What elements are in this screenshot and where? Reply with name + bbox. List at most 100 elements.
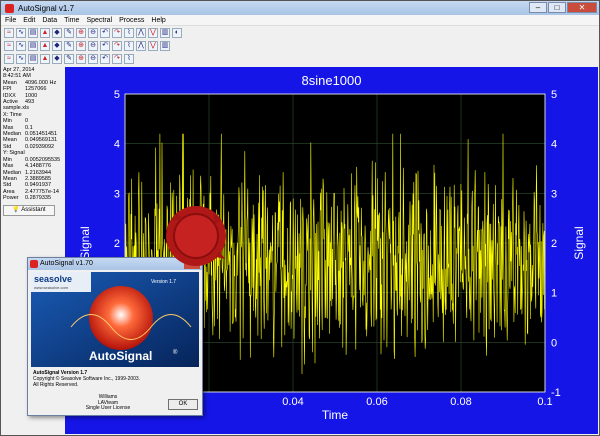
menu-time[interactable]: Time xyxy=(64,17,79,24)
splash-graphic: seasolve www.seasolve.com Version 1.7 Au… xyxy=(31,272,199,367)
filter-icon[interactable]: ⊕ xyxy=(76,27,86,38)
brand-url: www.seasolve.com xyxy=(34,285,69,290)
phase-icon[interactable]: ⊕ xyxy=(76,53,86,64)
app-icon xyxy=(5,3,14,13)
y-axis-label-right: Signal xyxy=(572,226,586,259)
dialog-app-icon xyxy=(30,260,38,268)
add-icon[interactable]: ⌇ xyxy=(124,27,134,38)
toolbar-row-2: ≈ ∿ ▤ ▲ ◆ ✎ ⊕ ⊖ ↶ ↷ ⌇ ⋀ ⋁ ▥ xyxy=(1,39,599,52)
save-icon[interactable]: ∿ xyxy=(16,27,26,38)
close-button[interactable]: ✕ xyxy=(567,2,597,13)
deriv-icon[interactable]: ▥ xyxy=(160,40,170,51)
lightbulb-icon: 💡 xyxy=(12,206,20,213)
stat-label: Power xyxy=(3,195,19,202)
wave-icon[interactable]: ∿ xyxy=(16,40,26,51)
cursor-icon[interactable]: ⋁ xyxy=(148,27,158,38)
y-tick-right: 2 xyxy=(551,238,557,250)
menu-edit[interactable]: Edit xyxy=(23,17,35,24)
y-tick-left: 3 xyxy=(114,188,120,200)
print-icon[interactable]: ▤ xyxy=(28,27,38,38)
about-dialog: AutoSignal v1.70 ✕ xyxy=(27,257,203,416)
mem-icon[interactable]: ▤ xyxy=(28,53,38,64)
window-icon[interactable]: ⋀ xyxy=(136,40,146,51)
assistant-button[interactable]: 💡 Assistant xyxy=(3,204,55,216)
fit-icon[interactable]: ⊕ xyxy=(76,40,86,51)
y-tick-left: 2 xyxy=(114,238,120,250)
spectrum-icon[interactable]: ◆ xyxy=(52,40,62,51)
settings-icon[interactable]: ▥ xyxy=(160,27,170,38)
license-info: Williams LAVteam Single User License xyxy=(78,394,138,412)
ar-icon[interactable]: ≈ xyxy=(4,53,14,64)
dialog-title: AutoSignal v1.70 xyxy=(40,260,93,267)
minimize-button[interactable]: – xyxy=(529,2,547,13)
y-tick-right: 5 xyxy=(551,89,557,101)
wax-seal-watermark xyxy=(166,206,226,266)
smooth-icon[interactable]: ✎ xyxy=(64,40,74,51)
undo-icon[interactable]: ↶ xyxy=(100,27,110,38)
peak-icon[interactable]: ≈ xyxy=(4,40,14,51)
remove-icon[interactable]: ⋀ xyxy=(136,27,146,38)
y-axis-label-left: Signal xyxy=(78,226,92,259)
stat-value: 0.2879335 xyxy=(25,195,51,202)
wavelet-icon[interactable]: ✎ xyxy=(64,53,74,64)
splash-image: seasolve www.seasolve.com Version 1.7 Au… xyxy=(31,272,199,367)
registered-mark: ® xyxy=(173,349,178,356)
y-tick-left: 5 xyxy=(114,89,120,101)
esprit-icon[interactable]: ◆ xyxy=(52,53,62,64)
window-title: AutoSignal v1.7 xyxy=(18,3,75,13)
toolbar-row-3: ≈ ∿ ▤ ▲ ◆ ✎ ⊕ ⊖ ↶ ↷ ⌇ xyxy=(1,52,599,65)
x-tick-label: 0.06 xyxy=(366,396,387,408)
brand-name: seasolve xyxy=(34,274,72,284)
zoom-icon[interactable]: ⊖ xyxy=(88,27,98,38)
menu-file[interactable]: File xyxy=(5,17,16,24)
x-tick-label: 0.04 xyxy=(282,396,303,408)
redo-icon[interactable]: ↷ xyxy=(112,27,122,38)
y-tick-left: 4 xyxy=(114,139,120,151)
license-type: Single User License xyxy=(85,405,131,411)
paste-icon[interactable]: ◆ xyxy=(52,27,62,38)
trans-icon[interactable]: ⋁ xyxy=(148,40,158,51)
y-tick-right: 4 xyxy=(551,139,557,151)
app-window: AutoSignal v1.7 – □ ✕ File Edit Data Time Sp… xyxy=(0,0,600,436)
trend-icon[interactable]: ⊖ xyxy=(88,40,98,51)
ok-button[interactable]: OK xyxy=(168,399,198,410)
menu-process[interactable]: Process xyxy=(119,17,144,24)
lag-icon[interactable]: ↷ xyxy=(112,40,122,51)
title-bar: AutoSignal v1.7 – □ ✕ xyxy=(1,1,599,15)
menu-bar: File Edit Data Time Spectral Process Help xyxy=(1,15,599,26)
y-tick-right: 0 xyxy=(551,337,557,349)
sphere-logo xyxy=(89,286,153,350)
menu-help[interactable]: Help xyxy=(151,17,165,24)
y-tick-right: 1 xyxy=(551,288,557,300)
copy-icon[interactable]: ▲ xyxy=(40,27,50,38)
stat-value: 0.02939092 xyxy=(25,143,55,150)
menu-data[interactable]: Data xyxy=(42,17,57,24)
assistant-label: Assistant xyxy=(21,206,46,213)
x-tick-label: 0.1 xyxy=(537,396,552,408)
dialog-info: AutoSignal Version 1.7 Copyright © Seaso… xyxy=(33,370,140,388)
music-icon[interactable]: ▲ xyxy=(40,53,50,64)
arma-icon[interactable]: ∿ xyxy=(16,53,26,64)
y-tick-right: 3 xyxy=(551,188,557,200)
product-name: AutoSignal xyxy=(89,349,152,363)
stat-label: sample.xls xyxy=(3,105,29,112)
stat-row: Power 0.2879335 xyxy=(3,195,63,201)
pwr-icon[interactable]: ↷ xyxy=(112,53,122,64)
x-axis-label: Time xyxy=(322,408,349,422)
info-panel: Apr 27, 2014 8:42:51 AM Mean 4096.000 Hz F… xyxy=(3,67,63,216)
corr-icon[interactable]: ⌇ xyxy=(124,40,134,51)
maximize-button[interactable]: □ xyxy=(548,2,566,13)
hist-icon[interactable]: ↶ xyxy=(100,40,110,51)
chart-icon[interactable]: ✎ xyxy=(64,27,74,38)
open-icon[interactable]: ≈ xyxy=(4,27,14,38)
coh-icon[interactable]: ⊖ xyxy=(88,53,98,64)
ampl-icon[interactable]: ↶ xyxy=(100,53,110,64)
x-tick-label: 0.08 xyxy=(450,396,471,408)
version-badge: Version 1.7 xyxy=(151,279,176,285)
mag-icon[interactable]: ⌇ xyxy=(124,53,134,64)
sine-icon[interactable]: ▲ xyxy=(40,40,50,51)
toolbar-row-1: ≈ ∿ ▤ ▲ ◆ ✎ ⊕ ⊖ ↶ ↷ ⌇ ⋀ ⋁ ▥ ◐ xyxy=(1,26,599,39)
grid-icon[interactable]: ◐ xyxy=(172,27,182,38)
menu-spectral[interactable]: Spectral xyxy=(86,17,112,24)
fft-icon[interactable]: ▤ xyxy=(28,40,38,51)
